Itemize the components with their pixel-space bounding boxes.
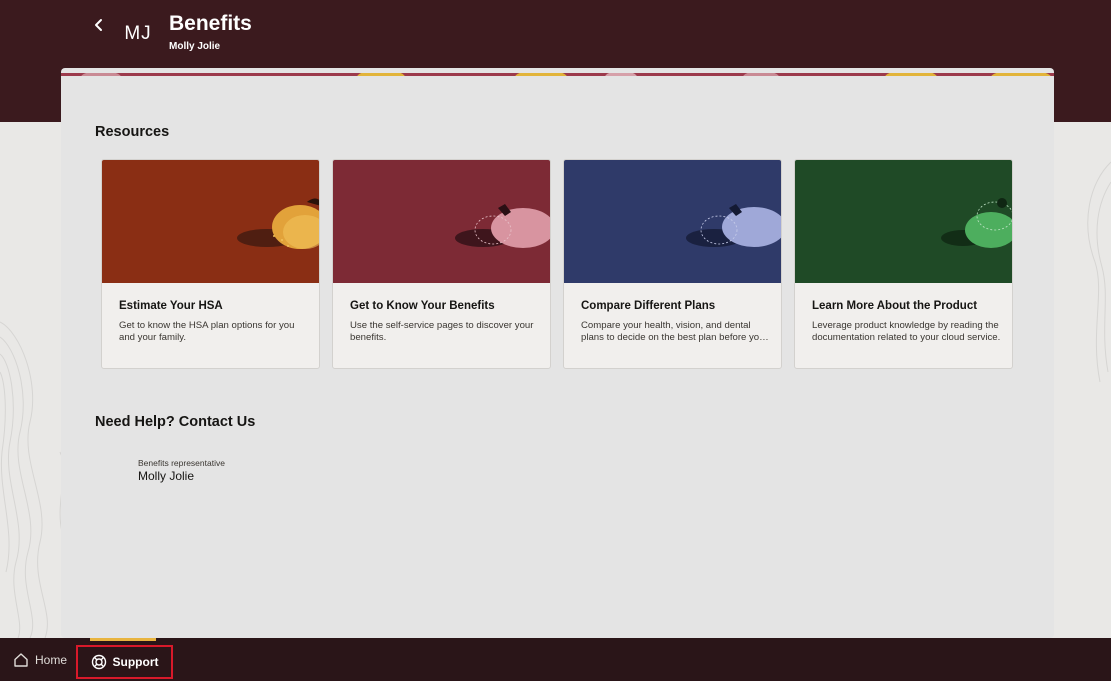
nav-home-label: Home [35,652,68,667]
contact-avatar[interactable] [101,458,129,486]
resource-cards: Estimate Your HSA Get to know the HSA pl… [101,159,1013,369]
card-title: Estimate Your HSA [119,300,223,312]
card-title: Get to Know Your Benefits [350,300,495,312]
plans-illustration [564,160,781,283]
active-tab-indicator [90,638,156,641]
card-title: Learn More About the Product [812,300,978,312]
product-illustration [795,160,1012,283]
hsa-illustration [102,160,319,283]
nav-home[interactable]: Home [13,638,67,681]
back-button[interactable] [88,14,110,36]
card-title: Compare Different Plans [581,300,716,312]
bottom-nav: Home Support [0,638,1111,681]
main-panel: Resources Estimate Your HSA Get to know … [61,68,1054,638]
card-description: Leverage product knowledge by reading th… [812,320,1001,343]
resource-card-product[interactable]: Learn More About the Product Leverage pr… [794,159,1013,369]
contact-name[interactable]: Molly Jolie [138,469,194,483]
nav-support[interactable]: Support [76,645,173,679]
page-subtitle: Molly Jolie [169,41,221,52]
nav-support-label: Support [112,655,159,669]
page-title: Benefits [169,12,252,35]
home-icon [14,652,28,667]
help-heading: Need Help? Contact Us [95,414,256,430]
panel-decoration [61,68,1054,76]
contact-role: Benefits representative [138,458,225,468]
resource-card-benefits[interactable]: Get to Know Your Benefits Use the self-s… [332,159,551,369]
resource-card-plans[interactable]: Compare Different Plans Compare your hea… [563,159,782,369]
card-description: Use the self-service pages to discover y… [350,320,534,343]
resource-card-hsa[interactable]: Estimate Your HSA Get to know the HSA pl… [101,159,320,369]
lifebuoy-icon [91,654,106,670]
card-description: Compare your health, vision, and dental … [581,320,765,343]
benefits-illustration [333,160,550,283]
avatar: MJ [124,23,152,44]
card-description: Get to know the HSA plan options for you… [119,320,295,343]
resources-heading: Resources [95,124,170,140]
chevron-left-icon [95,19,102,31]
